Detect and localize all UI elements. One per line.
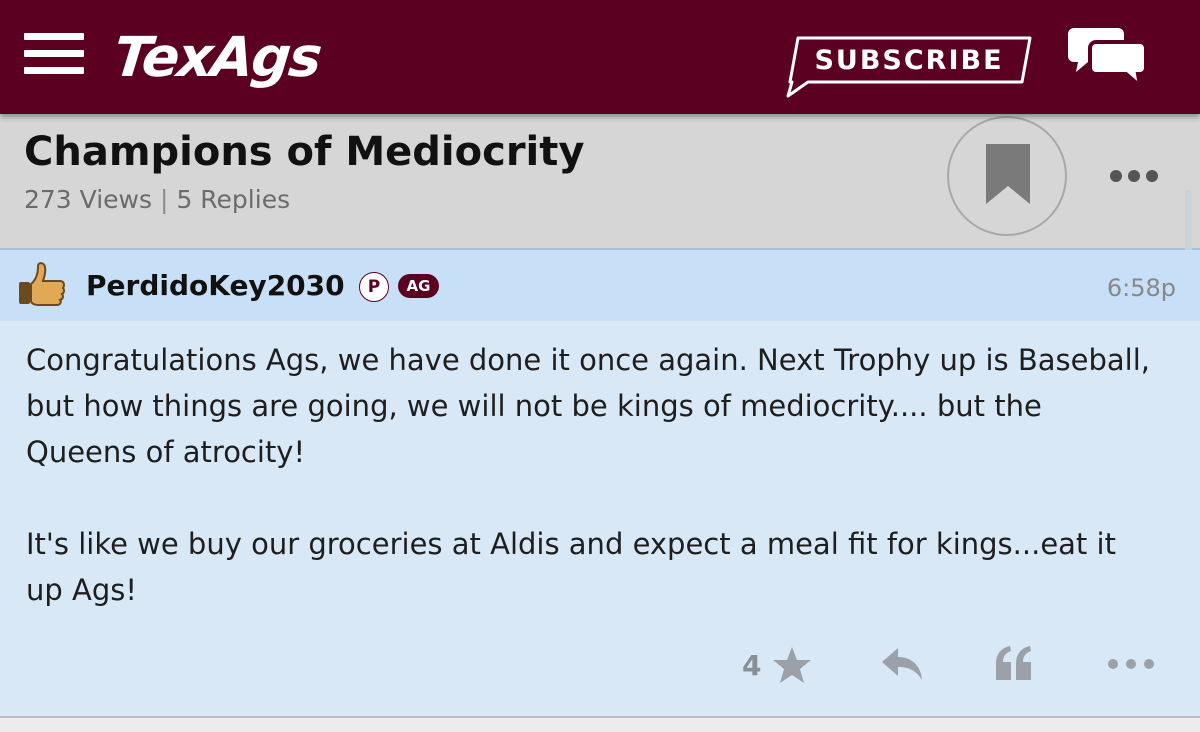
bookmark-button[interactable] [947, 116, 1067, 236]
reply-icon[interactable] [880, 646, 924, 682]
subscribe-label: SUBSCRIBE [814, 45, 1004, 76]
star-icon[interactable] [772, 646, 812, 684]
subscribe-button[interactable]: SUBSCRIBE [786, 36, 1032, 98]
top-navigation-bar: TexAgs SUBSCRIBE [0, 0, 1200, 114]
post-more-options-icon[interactable] [1108, 659, 1154, 669]
post-timestamp: 6:58p [1106, 274, 1176, 302]
views-count: 273 Views [24, 185, 153, 214]
replies-count: 5 Replies [176, 185, 291, 214]
ag-badge: AG [398, 274, 439, 298]
post-username[interactable]: PerdidoKey2030 [86, 266, 345, 306]
thread-stats: 273 Views | 5 Replies [24, 182, 290, 218]
post-paragraph: It's like we buy our groceries at Aldis … [26, 527, 1116, 607]
bookmark-icon [986, 144, 1030, 204]
rating-count: 4 [742, 649, 762, 682]
post-content: Congratulations Ags, we have done it onc… [26, 337, 1156, 613]
premium-badge: P [359, 272, 389, 302]
thread-more-options-icon[interactable] [1110, 170, 1158, 182]
menu-icon[interactable] [24, 33, 84, 75]
texags-logo[interactable]: TexAgs [111, 24, 324, 90]
chat-bubbles-icon[interactable] [1066, 26, 1148, 92]
thread-title: Champions of Mediocrity [24, 129, 585, 175]
stats-separator: | [160, 185, 169, 214]
thumbs-up-avatar-icon[interactable] [18, 262, 66, 308]
quote-icon[interactable] [994, 644, 1034, 684]
post-paragraph: Congratulations Ags, we have done it onc… [26, 343, 1151, 469]
